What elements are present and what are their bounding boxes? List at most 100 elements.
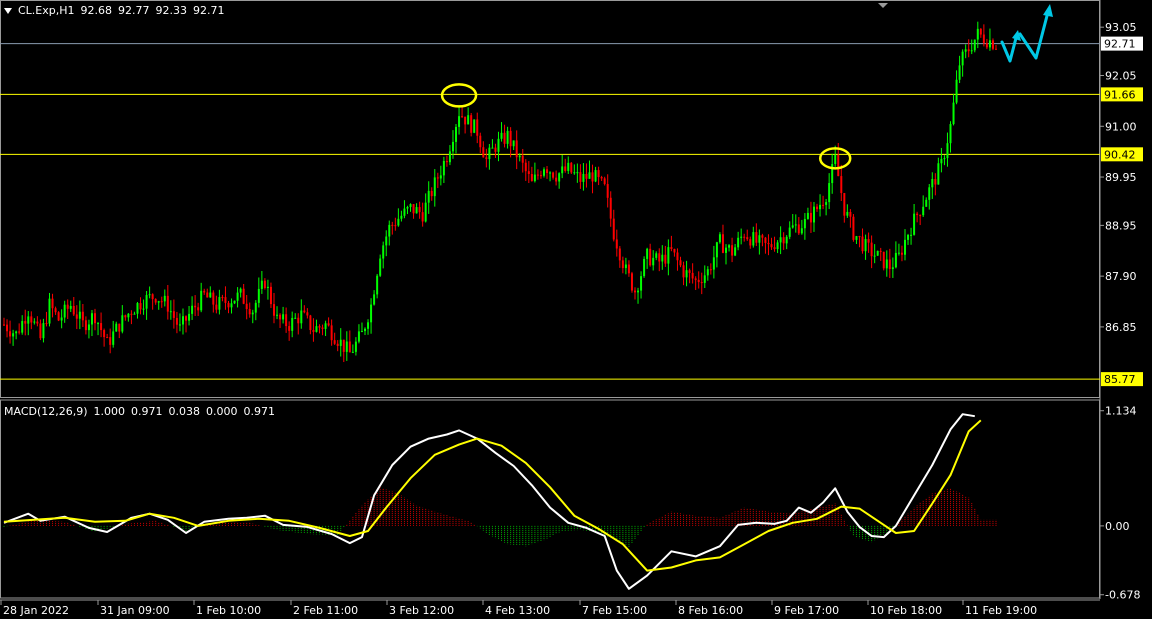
- macd-header: MACD(12,26,9) 1.000 0.971 0.038 0.000 0.971: [4, 405, 275, 418]
- candle-body: [776, 242, 779, 250]
- candle-body: [342, 339, 345, 352]
- candle-body: [78, 311, 81, 319]
- candle-body: [403, 208, 406, 216]
- candle-body: [506, 130, 509, 144]
- candle-body: [367, 322, 370, 329]
- forecast-arrow[interactable]: [1018, 10, 1050, 60]
- candle-body: [339, 339, 342, 346]
- candle-body: [910, 234, 913, 236]
- candle-body: [115, 323, 118, 332]
- candle-body: [913, 213, 916, 235]
- candle-body: [245, 303, 248, 310]
- candle-body: [206, 292, 209, 298]
- candle-body: [485, 157, 488, 160]
- candle-body: [995, 48, 997, 50]
- candle-body: [291, 317, 294, 331]
- candle-body: [970, 50, 973, 52]
- level-price-label: 91.66: [1104, 88, 1136, 101]
- time-tick-label: 31 Jan 09:00: [100, 604, 170, 617]
- candle-body: [549, 172, 552, 174]
- candle-body: [688, 270, 691, 273]
- chart-canvas[interactable]: 93.05 92.05 91.00 89.95 88.95 87.90 86.85 91.66…: [0, 0, 1152, 619]
- signal-line: [3, 419, 982, 572]
- price-tick-label: 92.05: [1105, 70, 1137, 83]
- candle-body: [175, 317, 178, 325]
- swing-high-ellipse[interactable]: [440, 83, 478, 108]
- time-axis: 28 Jan 2022 31 Jan 09:00 1 Feb 10:00 2 Feb …: [0, 600, 1037, 617]
- candlesticks: [3, 21, 997, 363]
- arrow-head-icon[interactable]: [1043, 4, 1053, 17]
- candle-body: [348, 341, 351, 353]
- annotations[interactable]: [440, 4, 1053, 170]
- candle-body: [919, 215, 922, 217]
- candle-body: [600, 177, 603, 179]
- candle-body: [248, 309, 251, 315]
- candle-body: [315, 326, 318, 332]
- candle-body: [178, 324, 181, 326]
- candle-body: [197, 307, 200, 311]
- candle-body: [512, 140, 515, 147]
- candle-body: [500, 132, 503, 139]
- candle-body: [728, 245, 731, 248]
- candle-body: [646, 248, 649, 259]
- candle-body: [266, 286, 269, 288]
- candle-body: [803, 218, 806, 229]
- candle-body: [467, 115, 470, 125]
- candle-body: [169, 311, 172, 313]
- candle-body: [136, 303, 139, 314]
- horizontal-levels[interactable]: [0, 43, 1100, 380]
- candle-body: [455, 126, 458, 142]
- candle-body: [618, 248, 621, 261]
- candle-body: [806, 212, 809, 219]
- candle-body: [837, 154, 840, 177]
- candle-body: [263, 280, 266, 288]
- forecast-arrow[interactable]: [1000, 36, 1018, 63]
- candle-body: [194, 305, 197, 308]
- candle-body: [712, 257, 715, 270]
- price-tick-label: 93.05: [1105, 21, 1137, 34]
- candle-body: [321, 327, 324, 329]
- candle-body: [66, 304, 69, 309]
- menu-triangle-icon[interactable]: [4, 8, 12, 14]
- candle-body: [236, 292, 239, 301]
- candle-body: [48, 298, 51, 324]
- candle-body: [882, 251, 885, 269]
- candle-body: [588, 172, 591, 179]
- candle-body: [118, 323, 121, 332]
- macd-pane: [3, 413, 997, 590]
- candle-body: [415, 207, 418, 214]
- candle-body: [621, 260, 624, 269]
- price-axis: 93.05 92.05 91.00 89.95 88.95 87.90 86.85 91.66…: [1100, 21, 1143, 387]
- shift-marker-icon[interactable]: [878, 3, 888, 8]
- candle-body: [139, 303, 142, 310]
- price-tick-label: 86.85: [1105, 321, 1137, 334]
- candle-body: [433, 177, 436, 197]
- candle-body: [946, 143, 949, 159]
- candle-body: [215, 304, 218, 310]
- candle-body: [673, 248, 676, 253]
- candle-body: [30, 316, 33, 323]
- candle-body: [370, 304, 373, 323]
- candle-body: [397, 218, 400, 226]
- time-tick-label: 3 Feb 12:00: [389, 604, 454, 617]
- candle-body: [816, 206, 819, 210]
- candle-body: [746, 237, 749, 240]
- candle-body: [627, 264, 630, 274]
- candle-body: [157, 301, 160, 303]
- macd-axis: 1.134 0.00 -0.678: [1100, 405, 1140, 602]
- candle-body: [36, 321, 39, 324]
- candle-body: [940, 158, 943, 164]
- candle-body: [318, 326, 321, 328]
- candle-body: [767, 242, 770, 245]
- candle-body: [752, 232, 755, 246]
- candle-body: [612, 218, 615, 240]
- candle-body: [934, 179, 937, 185]
- candle-body: [637, 290, 640, 293]
- candle-body: [570, 162, 573, 173]
- candle-body: [961, 51, 964, 66]
- candle-body: [849, 211, 852, 217]
- candle-body: [770, 244, 773, 248]
- candle-body: [985, 43, 988, 48]
- candle-body: [819, 204, 822, 210]
- candle-body: [640, 276, 643, 291]
